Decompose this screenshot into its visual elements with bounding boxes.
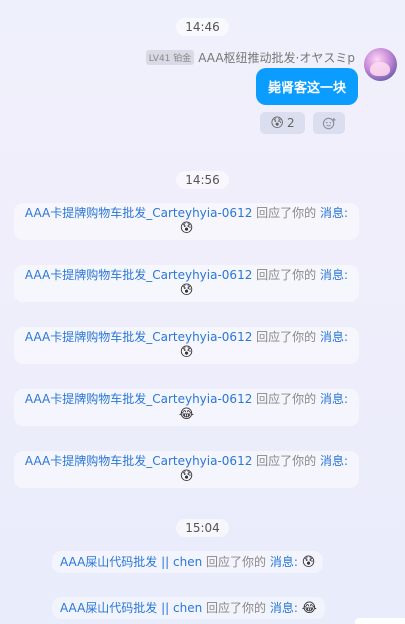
reaction-count: 2 [286,116,295,130]
laughing-emoji-icon: 😂 [301,601,317,616]
notice-user-link[interactable]: AAA屎山代码批发 || chen [60,601,202,615]
notice-action: 回应了你的 [256,206,317,220]
add-reaction-button[interactable] [313,112,345,134]
level-badge: LV41 铂金 [145,50,195,65]
fearful-emoji-icon: 😰 [179,345,194,360]
notice-action: 回应了你的 [256,392,317,406]
notice-message-link[interactable]: 消息: [320,392,348,406]
notice-message-link[interactable]: 消息: [320,206,348,220]
fearful-emoji-icon: 😰 [179,469,194,484]
fearful-emoji-icon: 😰 [179,283,194,298]
fearful-emoji-icon: 😰 [270,115,284,131]
reaction-notice: AAA屎山代码批发 || chen 回应了你的 消息: 😰 [52,551,324,573]
scroll-to-bottom-button[interactable] [355,618,405,624]
notice-action: 回应了你的 [256,330,317,344]
notice-action: 回应了你的 [206,555,267,569]
message-bubble[interactable]: 毙肾客这一块 [255,68,358,105]
notice-user-link[interactable]: AAA卡提牌购物车批发_Carteyhyia-0612 [25,330,252,344]
notice-user-link[interactable]: AAA卡提牌购物车批发_Carteyhyia-0612 [25,392,252,406]
notice-message-link[interactable]: 消息: [270,555,298,569]
timestamp: 15:04 [0,517,405,537]
timestamp-label: 15:04 [176,519,229,537]
reaction-notice: AAA卡提牌购物车批发_Carteyhyia-0612 回应了你的 消息: 😰 [14,327,359,364]
timestamp-label: 14:46 [176,18,229,36]
notice-action: 回应了你的 [256,454,317,468]
timestamp: 14:56 [0,169,405,189]
reaction-chip[interactable]: 😰 2 [260,112,305,134]
notice-user-link[interactable]: AAA卡提牌购物车批发_Carteyhyia-0612 [25,206,252,220]
notice-message-link[interactable]: 消息: [320,268,348,282]
fearful-emoji-icon: 😰 [301,555,316,570]
notice-message-link[interactable]: 消息: [270,601,298,615]
reaction-notice: AAA卡提牌购物车批发_Carteyhyia-0612 回应了你的 消息: 😰 [14,451,359,488]
notice-message-link[interactable]: 消息: [320,330,348,344]
avatar[interactable] [364,48,397,81]
notice-action: 回应了你的 [206,601,267,615]
notice-user-link[interactable]: AAA屎山代码批发 || chen [60,555,202,569]
reaction-notice: AAA卡提牌购物车批发_Carteyhyia-0612 回应了你的 消息: 😂 [14,389,359,426]
fearful-emoji-icon: 😰 [179,221,194,236]
reaction-notice: AAA卡提牌购物车批发_Carteyhyia-0612 回应了你的 消息: 😰 [14,203,359,240]
notice-message-link[interactable]: 消息: [320,454,348,468]
reaction-notice: AAA屎山代码批发 || chen 回应了你的 消息: 😂 [52,597,325,619]
notice-user-link[interactable]: AAA卡提牌购物车批发_Carteyhyia-0612 [25,454,252,468]
sender-line: LV41 铂金 AAA枢纽推动批发·オヤスミp [145,49,355,66]
notice-user-link[interactable]: AAA卡提牌购物车批发_Carteyhyia-0612 [25,268,252,282]
notice-action: 回应了你的 [256,268,317,282]
laughing-emoji-icon: 😂 [178,407,195,422]
sender-name[interactable]: AAA枢纽推动批发·オヤスミp [198,49,355,66]
timestamp: 14:46 [0,16,405,36]
reaction-notice: AAA卡提牌购物车批发_Carteyhyia-0612 回应了你的 消息: 😰 [14,265,359,302]
timestamp-label: 14:56 [176,171,229,189]
add-emoji-icon [322,117,336,129]
